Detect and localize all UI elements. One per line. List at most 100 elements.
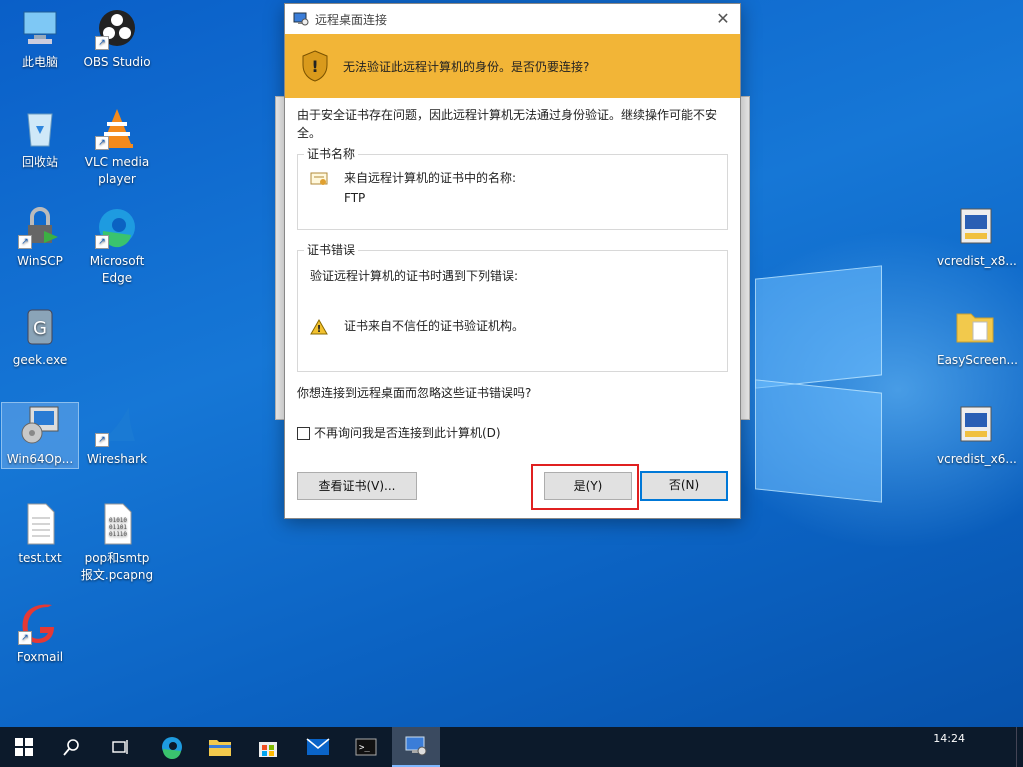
desktop-icon-label: test.txt bbox=[18, 551, 62, 565]
show-desktop-button[interactable] bbox=[1016, 727, 1023, 767]
clock-time: 14:24 bbox=[933, 732, 965, 745]
warning-banner: ! 无法验证此远程计算机的身份。是否仍要连接? bbox=[285, 34, 740, 98]
view-certificate-button[interactable]: 查看证书(V)... bbox=[297, 472, 417, 500]
cert-name-group-title: 证书名称 bbox=[304, 145, 359, 163]
desktop-icon-edge[interactable]: ↗ Microsoft Edge bbox=[79, 205, 155, 287]
pcap-file-icon: 01010 01101 01110 bbox=[95, 502, 139, 546]
text-file-icon bbox=[18, 502, 62, 546]
intro-text: 由于安全证书存在问题，因此远程计算机无法通过身份验证。继续操作可能不安全。 bbox=[297, 108, 718, 140]
cert-error-group: 证书错误 验证远程计算机的证书时遇到下列错误: ! 证书来自不信任的证书验证机构… bbox=[297, 241, 728, 372]
desktop-icon-vcredist-x86[interactable]: vcredist_x8... bbox=[937, 205, 1017, 270]
desktop-icon-label: Win64Op... bbox=[6, 452, 74, 466]
shortcut-arrow-icon: ↗ bbox=[18, 631, 32, 645]
desktop-icon-vlc[interactable]: ↗ VLC media player bbox=[79, 106, 155, 188]
windows-icon bbox=[15, 738, 33, 756]
installer-icon bbox=[953, 403, 997, 447]
desktop-icon-winscp[interactable]: ↗ WinSCP bbox=[2, 205, 78, 270]
question-text: 你想连接到远程桌面而忽略这些证书错误吗? bbox=[297, 386, 532, 400]
desktop-icon-label: geek.exe bbox=[12, 353, 68, 367]
desktop-icon-pcapng[interactable]: 01010 01101 01110 pop和smtp报文.pcapng bbox=[79, 502, 155, 584]
dont-ask-checkbox-row[interactable]: 不再询问我是否连接到此计算机(D) bbox=[297, 424, 728, 442]
desktop-icon-obs[interactable]: ↗ OBS Studio bbox=[79, 6, 155, 71]
wireshark-icon: ↗ bbox=[95, 403, 139, 447]
search-icon[interactable] bbox=[48, 727, 96, 767]
desktop-icon-easyscreen[interactable]: EasyScreen... bbox=[937, 304, 1018, 369]
cert-name-value: FTP bbox=[344, 191, 366, 205]
terminal-icon[interactable]: >_ bbox=[342, 727, 390, 767]
desktop-icon-win64op[interactable]: Win64Op... bbox=[1, 402, 79, 469]
dialog-titlebar[interactable]: 远程桌面连接 ✕ bbox=[285, 4, 740, 34]
warning-banner-text: 无法验证此远程计算机的身份。是否仍要连接? bbox=[343, 59, 590, 74]
start-button[interactable] bbox=[0, 727, 48, 767]
folder-icon bbox=[953, 304, 997, 348]
desktop-icon-label: WinSCP bbox=[17, 254, 63, 268]
dialog-title: 远程桌面连接 bbox=[315, 12, 388, 27]
close-icon[interactable]: ✕ bbox=[706, 4, 740, 34]
cert-error-group-title: 证书错误 bbox=[304, 241, 359, 259]
dont-ask-checkbox-label: 不再询问我是否连接到此计算机(D) bbox=[314, 426, 501, 440]
store-icon[interactable] bbox=[244, 727, 292, 767]
vlc-icon: ↗ bbox=[95, 106, 139, 150]
desktop-icon-vcredist-x64[interactable]: vcredist_x6... bbox=[937, 403, 1017, 468]
desktop-icon-recycle-bin[interactable]: 回收站 bbox=[2, 106, 78, 171]
shortcut-arrow-icon: ↗ bbox=[95, 433, 109, 447]
cert-name-label: 来自远程计算机的证书中的名称: bbox=[344, 171, 517, 185]
desktop-icon-label: VLC media player bbox=[84, 155, 150, 186]
desktop-icon-label: EasyScreen... bbox=[937, 353, 1018, 367]
desktop-icon-foxmail[interactable]: ↗ Foxmail bbox=[2, 601, 78, 666]
desktop-icon-label: pop和smtp报文.pcapng bbox=[80, 551, 154, 582]
task-view-icon[interactable] bbox=[96, 727, 144, 767]
desktop-icon-label: Foxmail bbox=[16, 650, 64, 664]
pc-icon bbox=[18, 6, 62, 50]
svg-text:01110: 01110 bbox=[109, 531, 127, 538]
installer-icon bbox=[18, 403, 62, 447]
svg-text:>_: >_ bbox=[359, 743, 370, 753]
svg-text:G: G bbox=[33, 318, 47, 339]
desktop-icon-label: vcredist_x8... bbox=[937, 254, 1017, 268]
shortcut-arrow-icon: ↗ bbox=[95, 235, 109, 249]
svg-text:01010: 01010 bbox=[109, 517, 127, 524]
svg-text:!: ! bbox=[317, 324, 322, 335]
shield-warning-icon: ! bbox=[302, 50, 328, 82]
rdp-certificate-dialog: 远程桌面连接 ✕ ! 无法验证此远程计算机的身份。是否仍要连接? 由于安全证书存… bbox=[284, 3, 741, 519]
wallpaper-logo-pane bbox=[755, 379, 882, 503]
desktop-icon-label: vcredist_x6... bbox=[937, 452, 1017, 466]
no-button[interactable]: 否(N) bbox=[640, 471, 728, 501]
shortcut-arrow-icon: ↗ bbox=[95, 136, 109, 150]
wallpaper-logo-pane bbox=[755, 265, 882, 389]
warning-triangle-icon: ! bbox=[310, 319, 328, 335]
desktop-icon-test-txt[interactable]: test.txt bbox=[2, 502, 78, 567]
desktop-icon-label: Wireshark bbox=[86, 452, 148, 466]
desktop-icon-this-pc[interactable]: 此电脑 bbox=[2, 6, 78, 71]
shortcut-arrow-icon: ↗ bbox=[95, 36, 109, 50]
desktop-icon-geek[interactable]: G geek.exe bbox=[2, 304, 78, 369]
rdp-app-icon bbox=[293, 12, 309, 26]
cert-error-item: 证书来自不信任的证书验证机构。 bbox=[344, 319, 525, 333]
taskbar: >_ 14:24 bbox=[0, 727, 1023, 767]
desktop-icon-label: Microsoft Edge bbox=[89, 254, 145, 285]
highlight-box bbox=[531, 464, 639, 510]
recycle-bin-icon bbox=[18, 106, 62, 150]
geek-icon: G bbox=[18, 304, 62, 348]
dont-ask-checkbox[interactable] bbox=[297, 426, 310, 440]
edge-icon: ↗ bbox=[95, 205, 139, 249]
desktop-icon-label: OBS Studio bbox=[83, 55, 151, 69]
installer-icon bbox=[953, 205, 997, 249]
taskbar-clock[interactable]: 14:24 bbox=[933, 731, 965, 746]
desktop-icon-wireshark[interactable]: ↗ Wireshark bbox=[79, 403, 155, 468]
winscp-icon: ↗ bbox=[18, 205, 62, 249]
mail-icon[interactable] bbox=[294, 727, 342, 767]
svg-text:!: ! bbox=[311, 57, 318, 76]
certificate-icon bbox=[310, 172, 328, 185]
obs-icon: ↗ bbox=[95, 6, 139, 50]
rdp-taskbar-icon[interactable] bbox=[392, 727, 440, 767]
cert-error-intro: 验证远程计算机的证书时遇到下列错误: bbox=[310, 269, 519, 283]
desktop-icon-label: 回收站 bbox=[21, 155, 58, 169]
file-explorer-icon[interactable] bbox=[196, 727, 244, 767]
shortcut-arrow-icon: ↗ bbox=[18, 235, 32, 249]
edge-taskbar-icon[interactable] bbox=[148, 727, 196, 767]
svg-text:01101: 01101 bbox=[109, 524, 127, 531]
foxmail-icon: ↗ bbox=[18, 601, 62, 645]
desktop-icon-label: 此电脑 bbox=[21, 55, 58, 69]
cert-name-group: 证书名称 来自远程计算机的证书中的名称: FTP bbox=[297, 145, 728, 230]
